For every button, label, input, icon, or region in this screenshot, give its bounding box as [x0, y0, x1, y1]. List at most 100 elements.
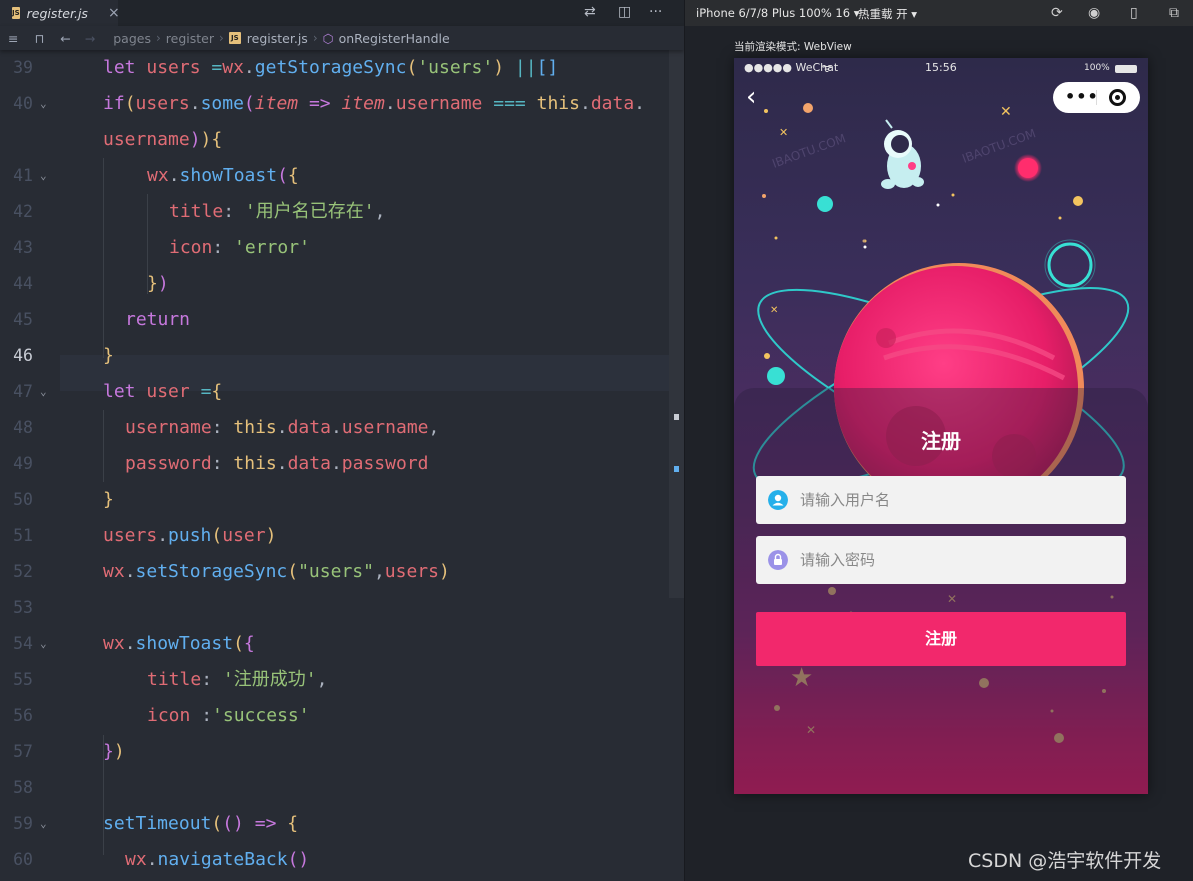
breadcrumb-item-register[interactable]: register	[166, 31, 214, 46]
fold-chevron-icon[interactable]: ⌄	[40, 86, 47, 122]
code-line[interactable]: 50}	[0, 482, 684, 518]
render-mode-label: 当前渲染模式: WebView	[734, 41, 852, 53]
mini-program-capsule[interactable]: •••	[1053, 82, 1140, 113]
user-icon	[768, 490, 788, 510]
register-button[interactable]: 注册	[756, 612, 1126, 666]
csdn-watermark: CSDN @浩宇软件开发	[968, 850, 1162, 872]
svg-text:✕: ✕	[770, 305, 778, 316]
record-icon[interactable]: ◉	[1088, 5, 1100, 21]
breadcrumb-item-file[interactable]: register.js	[247, 31, 308, 46]
method-icon: ⬡	[322, 30, 334, 46]
close-icon[interactable]: ×	[108, 5, 120, 21]
code-text: let users =wx.getStorageSync('users') ||…	[103, 57, 559, 78]
code-text: wx.navigateBack()	[125, 849, 310, 870]
code-area[interactable]: 38}39let users =wx.getStorageSync('users…	[0, 21, 684, 881]
code-text: if(users.some(item => item.username === …	[103, 93, 646, 114]
js-file-icon: JS	[12, 7, 20, 19]
breadcrumb: ≡ ⊓ ← → pages › register › JS register.j…	[0, 26, 684, 50]
code-text: title: '注册成功',	[147, 669, 328, 690]
back-icon[interactable]: ‹	[746, 82, 756, 112]
fold-chevron-icon[interactable]: ⌄	[40, 626, 47, 662]
line-number: 44	[13, 274, 33, 293]
line-number: 55	[13, 670, 33, 689]
code-line[interactable]: 55 title: '注册成功',	[0, 662, 684, 698]
tab-register-js[interactable]: JS register.js ×	[0, 0, 120, 26]
code-text: password: this.data.password	[125, 453, 429, 474]
code-line[interactable]: username)){	[0, 122, 684, 158]
code-text: })	[147, 273, 169, 294]
code-line[interactable]: 40 ⌄ if(users.some(item => item.username =…	[0, 86, 684, 122]
list-icon[interactable]: ≡	[8, 31, 18, 46]
code-text: title: '用户名已存在',	[169, 201, 386, 222]
bookmark-icon[interactable]: ⊓	[34, 31, 44, 46]
popout-icon[interactable]: ⧉	[1169, 5, 1179, 21]
line-number: 48	[13, 418, 33, 437]
simulator-pane: iPhone 6/7/8 Plus 100% 16 ▾ 热重载 开 ▾ ⟳ ◉ …	[685, 0, 1193, 881]
code-line[interactable]: 39 let users =wx.getStorageSync('users') …	[0, 50, 684, 86]
line-number: 40	[13, 94, 33, 113]
compare-changes-icon[interactable]: ⇄	[584, 4, 596, 20]
fold-chevron-icon[interactable]: ⌄	[40, 158, 47, 194]
code-line[interactable]: 47 ⌄ let user ={	[0, 374, 684, 410]
password-input[interactable]	[800, 536, 1110, 584]
wifi-icon: ᯤ	[822, 62, 833, 75]
forward-arrow-icon[interactable]: →	[85, 31, 95, 46]
js-file-icon: JS	[228, 32, 241, 44]
more-icon[interactable]: •••	[1065, 87, 1099, 106]
fold-chevron-icon[interactable]: ⌄	[40, 374, 47, 410]
lock-icon	[768, 550, 788, 570]
more-actions-icon[interactable]: ···	[649, 4, 662, 20]
code-text: username)){	[103, 129, 223, 150]
code-line[interactable]: 54 ⌄ wx.showToast({	[0, 626, 684, 662]
line-number: 52	[13, 562, 33, 581]
line-number: 58	[13, 778, 33, 797]
back-arrow-icon[interactable]: ←	[60, 31, 70, 46]
phone-icon[interactable]: ▯	[1130, 5, 1138, 21]
battery-percent: 100%	[1084, 63, 1110, 73]
breadcrumb-item-pages[interactable]: pages	[113, 31, 151, 46]
code-text: icon: 'error'	[169, 237, 310, 258]
breadcrumb-item-function[interactable]: onRegisterHandle	[339, 31, 450, 46]
password-field-wrapper	[756, 536, 1126, 584]
line-number: 51	[13, 526, 33, 545]
hot-reload-toggle[interactable]: 热重载 开 ▾	[858, 6, 917, 22]
code-text: users.push(user)	[103, 525, 277, 546]
code-line[interactable]: 53	[0, 590, 684, 626]
code-text: setTimeout(() => {	[103, 813, 299, 834]
fold-chevron-icon[interactable]: ⌄	[40, 806, 47, 842]
line-number: 45	[13, 310, 33, 329]
scrollbar-marker	[674, 414, 679, 420]
line-number: 39	[13, 58, 33, 77]
code-line[interactable]: 51 users.push(user)	[0, 518, 684, 554]
svg-text:✕: ✕	[1000, 104, 1012, 120]
tab-label: register.js	[26, 5, 88, 21]
line-number: 57	[13, 742, 33, 761]
indent-guide	[103, 158, 104, 358]
username-field-wrapper	[756, 476, 1126, 524]
line-number: 49	[13, 454, 33, 473]
rotate-icon[interactable]: ⟳	[1051, 5, 1063, 21]
code-text: icon :'success'	[147, 705, 310, 726]
code-text: wx.showToast({	[147, 165, 299, 186]
line-number: 59	[13, 814, 33, 833]
close-miniprogram-icon[interactable]	[1109, 89, 1126, 106]
code-line[interactable]: 56 icon :'success'	[0, 698, 684, 734]
vertical-scrollbar[interactable]	[669, 50, 684, 598]
indent-guide	[103, 735, 104, 855]
chevron-right-icon: ›	[155, 31, 161, 45]
chevron-right-icon: ›	[312, 31, 318, 45]
code-text: }	[103, 345, 114, 366]
code-text: wx.showToast({	[103, 633, 255, 654]
code-text: username: this.data.username,	[125, 417, 440, 438]
username-input[interactable]	[800, 476, 1110, 524]
svg-text:✕: ✕	[779, 126, 788, 139]
simulator-toolbar: iPhone 6/7/8 Plus 100% 16 ▾ 热重载 开 ▾ ⟳ ◉ …	[685, 0, 1193, 26]
code-line[interactable]: 52 wx.setStorageSync("users",users)	[0, 554, 684, 590]
battery-icon	[1115, 65, 1137, 73]
device-selector[interactable]: iPhone 6/7/8 Plus 100% 16 ▾	[696, 6, 860, 20]
status-bar: ●●●●● WeChat ᯤ 15:56 100%	[734, 58, 1148, 78]
split-editor-icon[interactable]: ◫	[618, 4, 631, 20]
line-number: 50	[13, 490, 33, 509]
code-editor[interactable]: 38}39let users =wx.getStorageSync('users…	[0, 0, 684, 881]
indent-guide	[103, 410, 104, 482]
